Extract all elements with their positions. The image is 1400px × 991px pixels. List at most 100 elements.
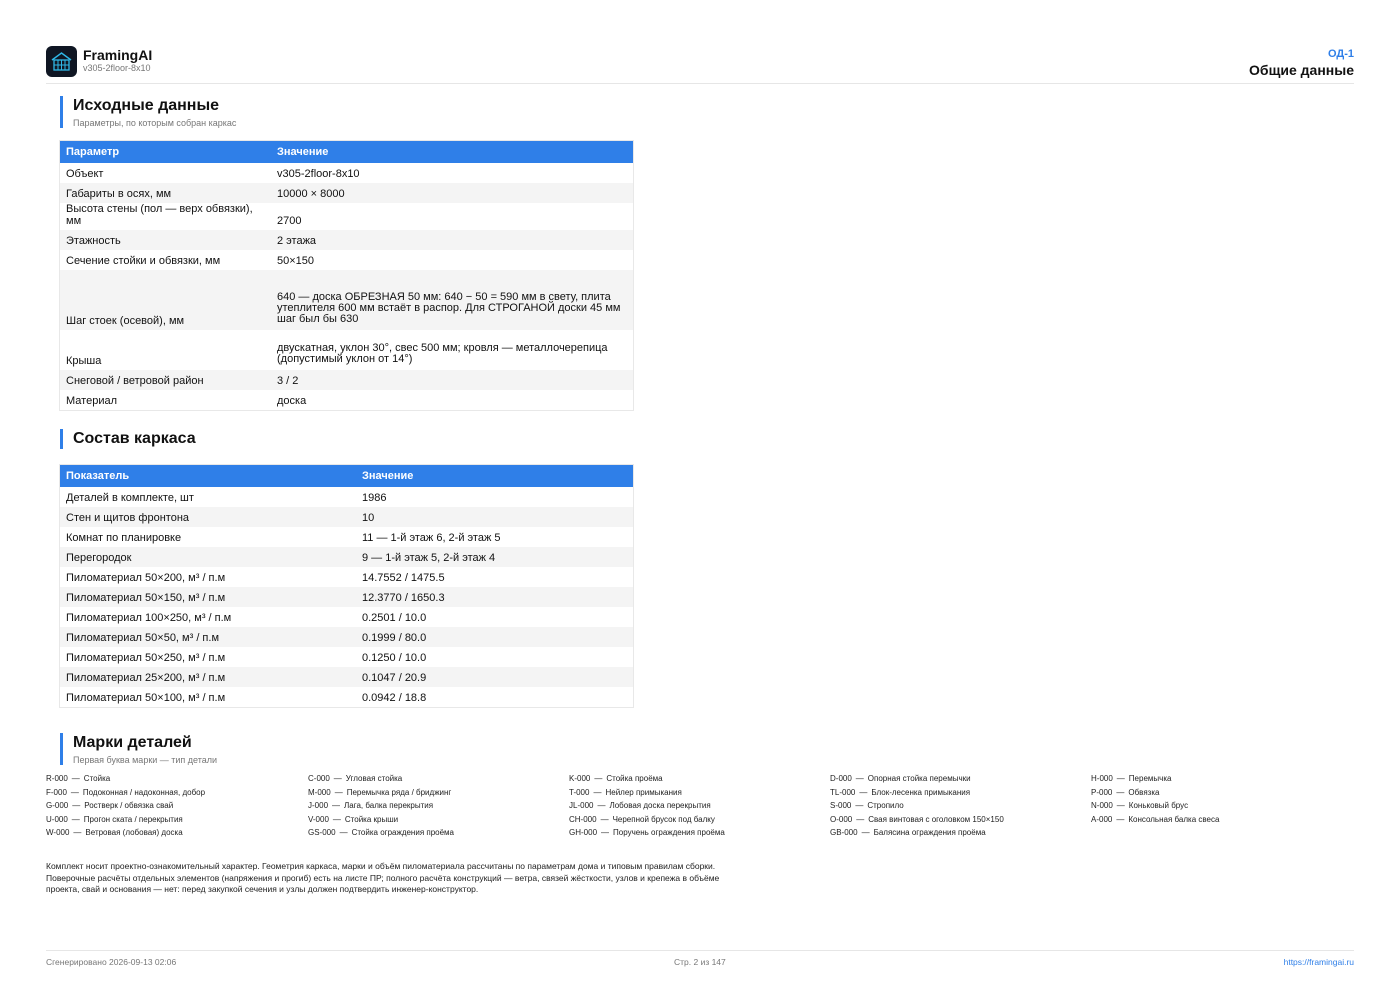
param-name: Высота стены (пол — верх обвязки), мм [60, 203, 271, 230]
table-row: Пиломатериал 50×250, м³ / п.м 0.1250 / 10… [60, 647, 633, 667]
table-row: Пиломатериал 100×250, м³ / п.м 0.2501 / 1… [60, 607, 633, 627]
mark-code: K-000 [569, 774, 591, 783]
mark-dash: — [594, 774, 603, 783]
table-row: Крыша двускатная, уклон 30°, свес 500 мм;… [60, 330, 633, 370]
mark-desc: Блок-лесенка примыкания [871, 787, 971, 797]
param-value: 3 / 2 [271, 370, 633, 390]
table-header-row: Показатель Значение [60, 465, 633, 487]
mark-item: C-000— Угловая стойка [308, 772, 569, 786]
column-header: Значение [356, 465, 633, 487]
param-value: 2 этажа [271, 230, 633, 250]
metric-value: 0.2501 / 10.0 [356, 607, 633, 627]
mark-item: H-000— Перемычка [1091, 772, 1352, 786]
site-link[interactable]: https://framingai.ru [1284, 957, 1354, 967]
param-value: 2700 [271, 203, 633, 230]
param-name: Материал [60, 390, 271, 410]
metric-name: Пиломатериал 50×50, м³ / п.м [60, 627, 356, 647]
mark-code: TL-000 [830, 787, 856, 797]
mark-dash: — [855, 801, 864, 810]
mark-dash: — [333, 774, 342, 783]
section-subtitle: Первая буква марки — тип детали [73, 755, 218, 765]
marks-column: R-000— Стойка F-000— Подоконная / надоконн… [46, 772, 307, 840]
mark-code: GB-000 [830, 828, 858, 837]
mark-desc: Лобовая доска перекрытия [609, 801, 711, 810]
mark-item: U-000— Прогон ската / перекрытия [46, 813, 307, 827]
param-name: Объект [60, 163, 271, 183]
mark-item: D-000— Опорная стойка перемычки [830, 772, 1091, 786]
mark-item: M-000— Перемычка ряда / бриджинг [308, 786, 569, 800]
mark-item: A-000— Консольная балка свеса [1091, 813, 1352, 827]
table-row: Деталей в комплекте, шт 1986 [60, 487, 633, 507]
marks-column: D-000— Опорная стойка перемычки TL-000— Бл… [830, 772, 1091, 840]
param-value: v305-2floor-8x10 [271, 163, 633, 183]
mark-item: P-000— Обвязка [1091, 786, 1352, 800]
mark-item: S-000— Стропило [830, 799, 1091, 813]
house-frame-icon [51, 52, 72, 71]
table-row: Снеговой / ветровой район 3 / 2 [60, 370, 633, 390]
mark-item: W-000— Ветровая (лобовая) доска [46, 826, 307, 840]
sheet-code: ОД-1 [1327, 48, 1354, 60]
mark-desc: Коньковый брус [1128, 801, 1189, 810]
table-row: Шаг стоек (осевой), мм 640 — доска ОБРЕЗН… [60, 270, 633, 330]
mark-dash: — [71, 774, 80, 783]
mark-item: T-000— Нейлер примыкания [569, 786, 830, 800]
mark-dash: — [72, 801, 81, 810]
app-name: FramingAI [83, 47, 153, 63]
table-row: Перегородок 9 — 1-й этаж 5, 2-й этаж 4 [60, 547, 633, 567]
param-value: доска [271, 390, 633, 410]
section-title: Исходные данные [73, 97, 220, 114]
mark-code: H-000 [1091, 774, 1113, 783]
mark-desc: Опорная стойка перемычки [867, 774, 971, 783]
param-name: Крыша [60, 330, 271, 370]
metric-value: 9 — 1-й этаж 5, 2-й этаж 4 [356, 547, 633, 567]
mark-desc: Свая винтовая с оголовком 150×150 [868, 814, 1004, 824]
metric-value: 1986 [356, 487, 633, 507]
marks-column: H-000— Перемычка P-000— Обвязка N-000— Конь… [1091, 772, 1352, 826]
mark-dash: — [593, 787, 602, 797]
mark-dash: — [73, 828, 82, 837]
source-params-table: Параметр Значение Объект v305-2floor-8x10… [60, 141, 633, 410]
param-name: Габариты в осях, мм [60, 183, 271, 203]
mark-item: G-000— Ростверк / обвязка свай [46, 799, 307, 813]
mark-desc: Лага, балка перекрытия [344, 801, 434, 810]
mark-dash: — [334, 787, 343, 797]
metric-name: Стен и щитов фронтона [60, 507, 356, 527]
mark-desc: Нейлер примыкания [605, 787, 682, 797]
app-logo [46, 46, 77, 77]
mark-code: J-000 [308, 801, 329, 810]
mark-code: T-000 [569, 787, 590, 797]
app-version: v305-2floor-8x10 [83, 63, 151, 73]
metric-value: 11 — 1-й этаж 6, 2-й этаж 5 [356, 527, 633, 547]
mark-desc: Ветровая (лобовая) доска [85, 828, 183, 837]
metric-value: 14.7552 / 1475.5 [356, 567, 633, 587]
mark-dash: — [855, 774, 864, 783]
note-line: Комплект носит проектно-ознакомительный … [46, 861, 716, 871]
metric-name: Комнат по планировке [60, 527, 356, 547]
metric-name: Перегородок [60, 547, 356, 567]
disclaimer-note: Комплект носит проектно-ознакомительный … [46, 861, 766, 896]
mark-code: O-000 [830, 814, 853, 824]
table-row: Габариты в осях, мм 10000 × 8000 [60, 183, 633, 203]
metric-name: Пиломатериал 100×250, м³ / п.м [60, 607, 356, 627]
metric-value: 0.0942 / 18.8 [356, 687, 633, 707]
mark-item: F-000— Подоконная / надоконная, добор [46, 786, 307, 800]
metric-value: 0.1999 / 80.0 [356, 627, 633, 647]
page-header: FramingAI v305-2floor-8x10 ОД-1 Общие да… [46, 46, 1354, 84]
mark-dash: — [1116, 814, 1125, 824]
mark-desc: Ростверк / обвязка свай [84, 801, 174, 810]
mark-desc: Стойка крыши [344, 814, 399, 824]
mark-code: D-000 [830, 774, 852, 783]
mark-dash: — [861, 828, 870, 837]
mark-desc: Угловая стойка [345, 774, 403, 783]
mark-desc: Консольная балка свеса [1128, 814, 1220, 824]
mark-code: F-000 [46, 787, 67, 797]
mark-item: N-000— Коньковый брус [1091, 799, 1352, 813]
metric-value: 12.3770 / 1650.3 [356, 587, 633, 607]
table-row: Пиломатериал 25×200, м³ / п.м 0.1047 / 20… [60, 667, 633, 687]
mark-code: P-000 [1091, 787, 1113, 797]
table-row: Пиломатериал 50×100, м³ / п.м 0.0942 / 18… [60, 687, 633, 707]
mark-dash: — [597, 801, 606, 810]
table-row: Пиломатериал 50×200, м³ / п.м 14.7552 / 1… [60, 567, 633, 587]
mark-code: U-000 [46, 814, 68, 824]
mark-code: JL-000 [569, 801, 594, 810]
